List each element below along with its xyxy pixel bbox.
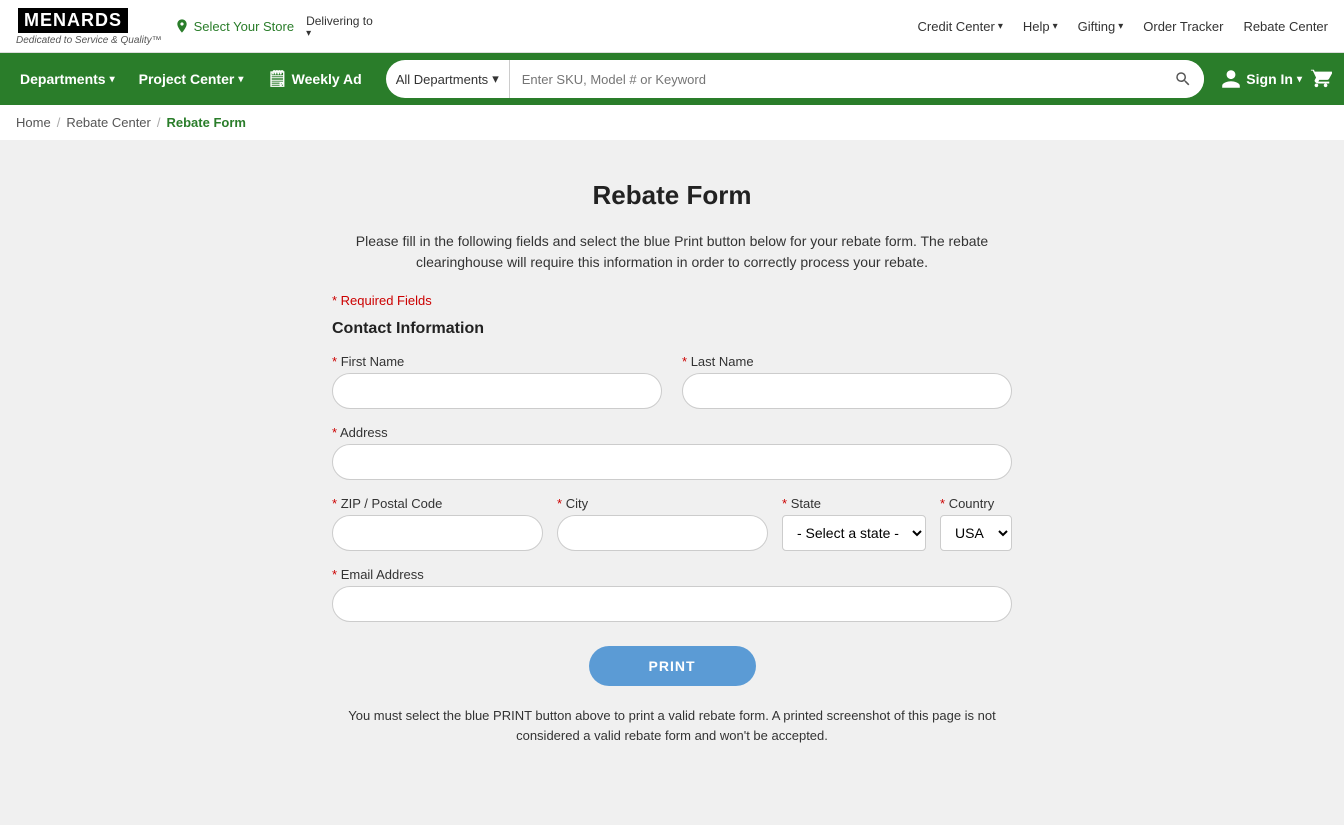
project-center-nav[interactable]: Project Center ▾ [131,67,252,91]
zip-field: * ZIP / Postal Code [332,496,543,551]
breadcrumb-current: Rebate Form [167,115,246,130]
search-container: All Departments ▾ [386,60,1205,98]
location-row: * ZIP / Postal Code * City * State - [332,496,1012,551]
city-field: * City [557,496,768,551]
form-description-line1: Please fill in the following fields and … [356,233,988,249]
gifting-link[interactable]: Gifting▾ [1078,19,1124,34]
search-department-selector[interactable]: All Departments ▾ [386,60,510,98]
form-container: Rebate Form Please fill in the following… [292,160,1052,785]
city-label: * City [557,496,768,511]
last-name-label: * Last Name [682,354,1012,369]
rebate-center-link[interactable]: Rebate Center [1243,19,1328,34]
breadcrumb-sep-1: / [57,115,61,130]
credit-center-link[interactable]: Credit Center▾ [918,19,1003,34]
form-description: Please fill in the following fields and … [332,231,1012,273]
city-input[interactable] [557,515,768,551]
contact-section-title: Contact Information [332,320,1012,338]
email-row: * Email Address [332,567,1012,622]
delivering-chevron: ▾ [306,28,373,39]
top-bar: MENARDS Dedicated to Service & Quality™ … [0,0,1344,53]
search-button[interactable] [1162,60,1204,98]
zip-label: * ZIP / Postal Code [332,496,543,511]
store-selector-label: Select Your Store [194,19,294,34]
last-name-field: * Last Name [682,354,1012,409]
breadcrumb: Home / Rebate Center / Rebate Form [0,105,1344,140]
project-center-chevron: ▾ [238,74,243,85]
country-select[interactable]: USA [940,515,1012,551]
store-selector[interactable]: Select Your Store [174,18,294,34]
order-tracker-link[interactable]: Order Tracker [1143,19,1223,34]
first-name-input[interactable] [332,373,662,409]
email-label: * Email Address [332,567,1012,582]
top-bar-right: Credit Center▾ Help▾ Gifting▾ Order Trac… [918,19,1328,34]
first-name-field: * First Name [332,354,662,409]
address-label: * Address [332,425,1012,440]
sign-in[interactable]: Sign In ▾ [1220,68,1302,90]
search-dept-chevron: ▾ [492,71,499,87]
sign-in-chevron: ▾ [1297,74,1302,85]
state-field: * State - Select a state - [782,496,926,551]
zip-input[interactable] [332,515,543,551]
departments-chevron: ▾ [110,74,115,85]
logo-wrapper: MENARDS Dedicated to Service & Quality™ [16,6,162,46]
help-link[interactable]: Help▾ [1023,19,1058,34]
first-name-label: * First Name [332,354,662,369]
last-name-input[interactable] [682,373,1012,409]
form-footer-note: You must select the blue PRINT button ab… [332,706,1012,745]
print-button[interactable]: PRINT [589,646,756,686]
page-content: Rebate Form Please fill in the following… [0,140,1344,825]
account-icon [1220,68,1242,90]
weekly-ad-nav[interactable]: 🗒 Weekly Ad [259,65,369,93]
delivering-label: Delivering to [306,14,373,28]
menards-logo[interactable]: MENARDS [16,6,130,35]
nav-bar: Departments ▾ Project Center ▾ 🗒 Weekly … [0,53,1344,105]
breadcrumb-rebate-center[interactable]: Rebate Center [66,115,151,130]
first-name-req: * [332,354,337,369]
name-row: * First Name * Last Name [332,354,1012,409]
state-select[interactable]: - Select a state - [782,515,926,551]
email-input[interactable] [332,586,1012,622]
search-input[interactable] [510,60,1163,98]
country-field: * Country USA [940,496,1012,551]
departments-nav[interactable]: Departments ▾ [12,67,123,91]
breadcrumb-sep-2: / [157,115,161,130]
form-description-line2: clearinghouse will require this informat… [416,254,928,270]
last-name-req: * [682,354,687,369]
address-input[interactable] [332,444,1012,480]
top-bar-left: MENARDS Dedicated to Service & Quality™ … [16,6,373,46]
address-field: * Address [332,425,1012,480]
email-field: * Email Address [332,567,1012,622]
weekly-ad-icon: 🗒 [267,69,287,89]
country-label: * Country [940,496,1012,511]
cart-icon[interactable] [1310,67,1332,92]
required-note: * Required Fields [332,293,1012,308]
delivering[interactable]: Delivering to ▾ [306,14,373,39]
form-title: Rebate Form [332,180,1012,211]
search-icon [1174,70,1192,88]
location-icon [174,18,190,34]
shopping-cart-icon [1310,67,1332,89]
breadcrumb-home[interactable]: Home [16,115,51,130]
logo-tagline: Dedicated to Service & Quality™ [16,35,162,46]
state-label: * State [782,496,926,511]
address-row: * Address [332,425,1012,480]
